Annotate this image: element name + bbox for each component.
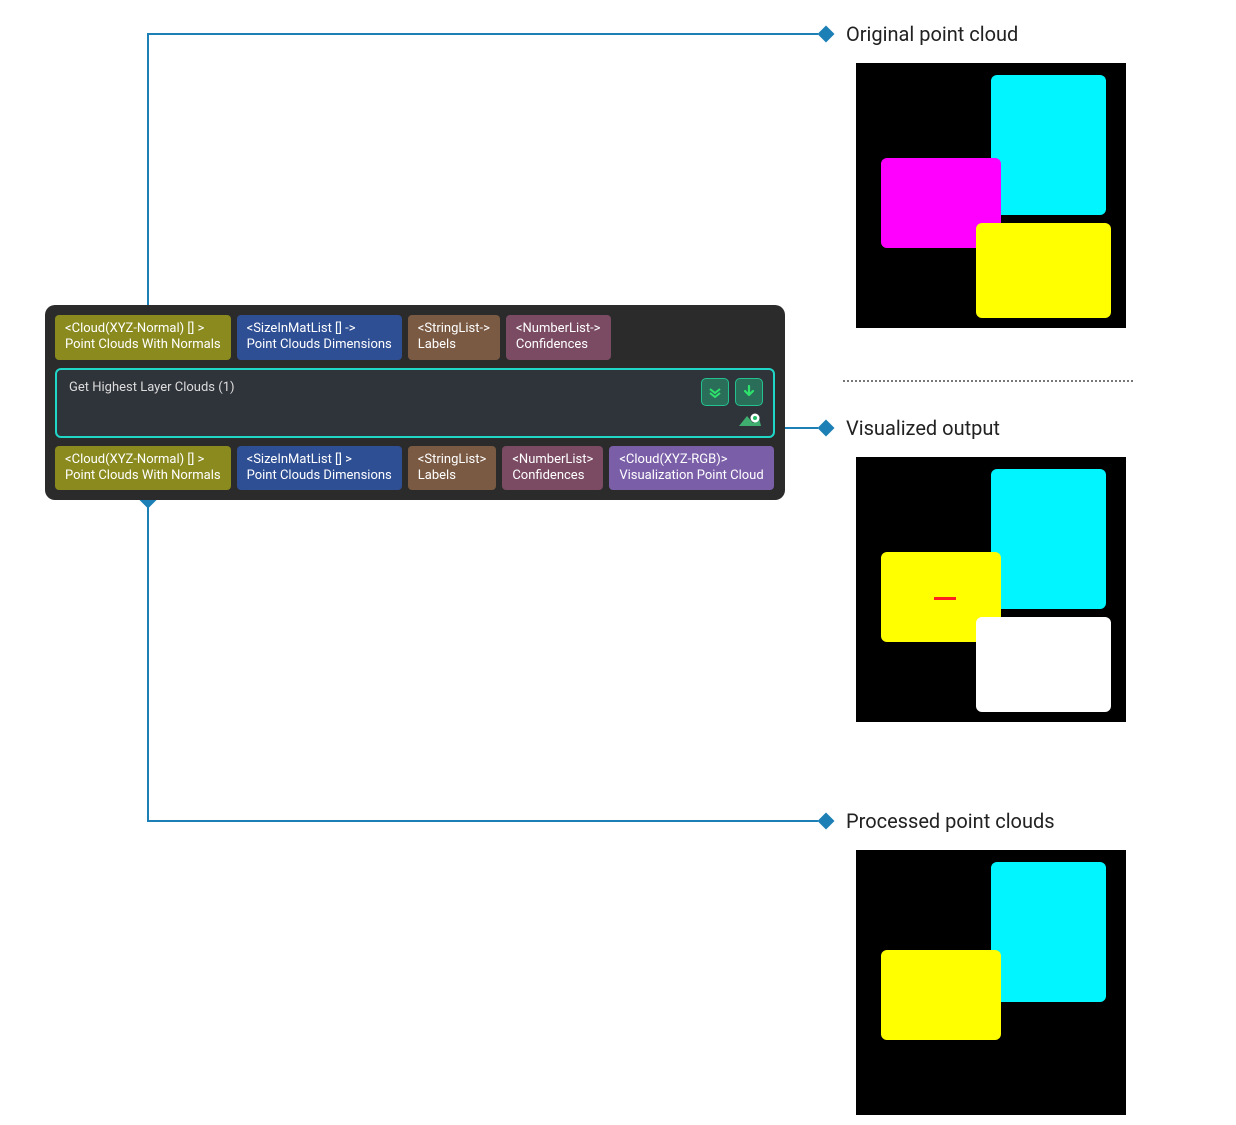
output-port-labels[interactable]: <StringList> Labels [408,446,497,491]
annotation-original: Original point cloud [846,22,1018,46]
node-body[interactable]: Get Highest Layer Clouds (1) [55,368,775,438]
run-icon[interactable] [735,378,763,406]
eye-icon [737,412,763,430]
port-type: <Cloud(XYZ-Normal) [] > [65,452,221,468]
separator-line [843,380,1133,382]
port-label: Confidences [512,468,593,484]
diamond-marker [818,813,835,830]
output-port-clouds-normals[interactable]: <Cloud(XYZ-Normal) [] > Point Clouds Wit… [55,446,231,491]
annotation-visualized: Visualized output [846,416,1000,440]
output-port-confidences[interactable]: <NumberList> Confidences [502,446,603,491]
input-port-clouds-normals[interactable]: <Cloud(XYZ-Normal) [] > Point Clouds Wit… [55,315,231,360]
node-panel: <Cloud(XYZ-Normal) [] > Point Clouds Wit… [45,305,785,500]
port-label: Point Clouds Dimensions [247,468,392,484]
port-label: Labels [418,468,487,484]
port-type: <NumberList-> [516,321,601,337]
processed-point-clouds-image [856,850,1126,1115]
node-icon-group [701,378,763,406]
visualize-toggle[interactable] [737,412,763,430]
input-port-confidences[interactable]: <NumberList-> Confidences [506,315,611,360]
port-label: Labels [418,337,490,353]
port-type: <SizeInMatList [] -> [247,321,392,337]
port-type: <SizeInMatList [] > [247,452,392,468]
port-type: <Cloud(XYZ-RGB)> [619,452,763,468]
port-label: Point Clouds With Normals [65,468,221,484]
port-label: Confidences [516,337,601,353]
input-port-labels[interactable]: <StringList-> Labels [408,315,500,360]
port-label: Point Clouds Dimensions [247,337,392,353]
output-port-row: <Cloud(XYZ-Normal) [] > Point Clouds Wit… [55,446,775,491]
port-type: <NumberList> [512,452,593,468]
port-label: Visualization Point Cloud [619,468,763,484]
node-title: Get Highest Layer Clouds (1) [69,380,761,395]
annotation-processed: Processed point clouds [846,809,1055,833]
diamond-marker [818,420,835,437]
port-type: <StringList> [418,452,487,468]
port-type: <StringList-> [418,321,490,337]
input-port-dimensions[interactable]: <SizeInMatList [] -> Point Clouds Dimens… [237,315,402,360]
output-port-visualization[interactable]: <Cloud(XYZ-RGB)> Visualization Point Clo… [609,446,773,491]
original-point-cloud-image [856,63,1126,328]
input-port-row: <Cloud(XYZ-Normal) [] > Point Clouds Wit… [55,315,775,360]
collapse-icon[interactable] [701,378,729,406]
port-type: <Cloud(XYZ-Normal) [] > [65,321,221,337]
port-label: Point Clouds With Normals [65,337,221,353]
output-port-dimensions[interactable]: <SizeInMatList [] > Point Clouds Dimensi… [237,446,402,491]
visualized-output-image [856,457,1126,722]
diamond-marker [818,26,835,43]
